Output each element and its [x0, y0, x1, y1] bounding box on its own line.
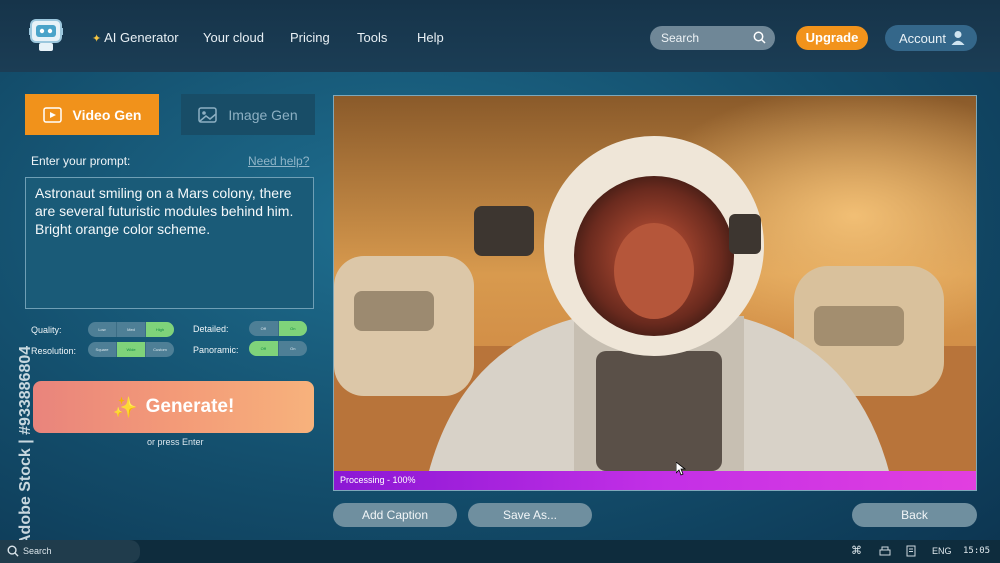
progress-bar: Processing - 100% [334, 471, 976, 490]
panoramic-label: Panoramic: [193, 345, 239, 355]
resolution-selector[interactable]: Square Wide Custom [88, 342, 174, 357]
taskbar: Search ⌘ ENG 15:05 [0, 540, 1000, 563]
detailed-off[interactable]: Off [249, 321, 279, 336]
back-button[interactable]: Back [852, 503, 977, 527]
generate-button[interactable]: ✨ Generate! [33, 381, 314, 433]
resolution-custom[interactable]: Custom [146, 342, 174, 357]
nav-your-cloud[interactable]: Your cloud [203, 30, 264, 45]
account-button[interactable]: Account [885, 25, 977, 51]
prompt-label: Enter your prompt: [31, 154, 131, 168]
tab-image-gen-label: Image Gen [228, 106, 298, 123]
search-icon[interactable] [753, 31, 766, 44]
generate-label: Generate! [145, 396, 235, 417]
search-input[interactable]: Search [650, 26, 775, 50]
sparkle-icon: ✨ [112, 396, 138, 419]
upgrade-button[interactable]: Upgrade [796, 26, 868, 50]
watermark: Adobe Stock | #933886804 [17, 346, 34, 546]
detailed-toggle[interactable]: Off On [249, 321, 307, 336]
image-icon [198, 106, 218, 123]
user-icon [951, 31, 965, 45]
command-icon[interactable]: ⌘ [851, 544, 862, 557]
language-indicator[interactable]: ENG [932, 546, 952, 556]
tab-image-gen[interactable]: Image Gen [181, 94, 315, 135]
resolution-square[interactable]: Square [88, 342, 117, 357]
nav-ai-generator-label: AI Generator [104, 30, 179, 45]
panoramic-off[interactable]: Off [249, 341, 279, 356]
tab-video-gen[interactable]: Video Gen [25, 94, 159, 135]
quality-high[interactable]: High [146, 322, 174, 337]
prompt-textarea[interactable]: Astronaut smiling on a Mars colony, ther… [25, 177, 314, 309]
search-icon [7, 545, 19, 557]
astronaut-preview-image [334, 96, 976, 490]
progress-text: Processing - 100% [340, 475, 416, 485]
detailed-on[interactable]: On [278, 321, 307, 336]
search-placeholder: Search [661, 31, 700, 45]
need-help-link[interactable]: Need help? [248, 154, 309, 168]
nav-ai-generator[interactable]: ✦ AI Generator [92, 30, 179, 45]
panoramic-toggle[interactable]: Off On [249, 341, 307, 356]
quality-low[interactable]: Low [88, 322, 117, 337]
generate-hint: or press Enter [147, 437, 204, 447]
account-label: Account [899, 31, 946, 46]
video-preview[interactable]: Processing - 100% [333, 95, 977, 491]
mouse-cursor-icon [676, 462, 686, 476]
taskbar-search[interactable]: Search [0, 540, 140, 563]
detailed-label: Detailed: [193, 324, 229, 334]
save-as-button[interactable]: Save As... [468, 503, 592, 527]
nav-help[interactable]: Help [417, 30, 444, 45]
quality-med[interactable]: Med [117, 322, 146, 337]
nav-pricing[interactable]: Pricing [290, 30, 330, 45]
watermark-text: Adobe Stock | #933886804 [17, 346, 34, 546]
top-navigation-bar: ✦ AI Generator Your cloud Pricing Tools … [0, 0, 1000, 72]
clock: 15:05 [963, 546, 991, 556]
quality-selector[interactable]: Low Med High [88, 322, 174, 337]
sparkle-icon: ✦ [92, 33, 102, 45]
video-icon [42, 106, 62, 123]
panoramic-on[interactable]: On [279, 341, 308, 356]
document-icon[interactable] [906, 545, 916, 557]
taskbar-search-label: Search [23, 546, 52, 556]
nav-tools[interactable]: Tools [357, 30, 387, 45]
printer-icon[interactable] [879, 546, 891, 557]
add-caption-button[interactable]: Add Caption [333, 503, 457, 527]
robot-logo-icon[interactable] [28, 16, 64, 54]
resolution-wide[interactable]: Wide [117, 342, 146, 357]
tab-video-gen-label: Video Gen [72, 106, 142, 123]
